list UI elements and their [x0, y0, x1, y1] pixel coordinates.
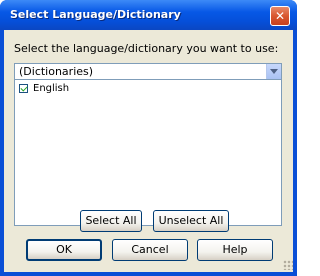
checkbox-icon[interactable] — [19, 84, 28, 93]
dialog-window: Select Language/Dictionary ✕ Select the … — [0, 0, 297, 276]
dictionary-dropdown[interactable]: (Dictionaries) — [14, 63, 282, 80]
resize-grip[interactable] — [283, 260, 293, 270]
unselect-all-button[interactable]: Unselect All — [153, 210, 229, 232]
select-all-button[interactable]: Select All — [80, 210, 142, 232]
dictionary-list[interactable]: English — [14, 80, 282, 226]
dropdown-arrow-button[interactable] — [266, 64, 281, 79]
list-item-label: English — [33, 83, 70, 94]
help-button[interactable]: Help — [197, 239, 273, 261]
cancel-button[interactable]: Cancel — [112, 239, 188, 261]
title-bar[interactable]: Select Language/Dictionary ✕ — [0, 0, 297, 30]
close-icon: ✕ — [274, 9, 286, 23]
ok-button[interactable]: OK — [26, 239, 102, 261]
chevron-down-icon — [270, 69, 278, 74]
instruction-label: Select the language/dictionary you want … — [14, 42, 279, 55]
dropdown-selected-value: (Dictionaries) — [19, 65, 94, 78]
dialog-body: Select the language/dictionary you want … — [4, 30, 293, 272]
close-button[interactable]: ✕ — [270, 6, 290, 26]
window-title: Select Language/Dictionary — [10, 8, 181, 21]
